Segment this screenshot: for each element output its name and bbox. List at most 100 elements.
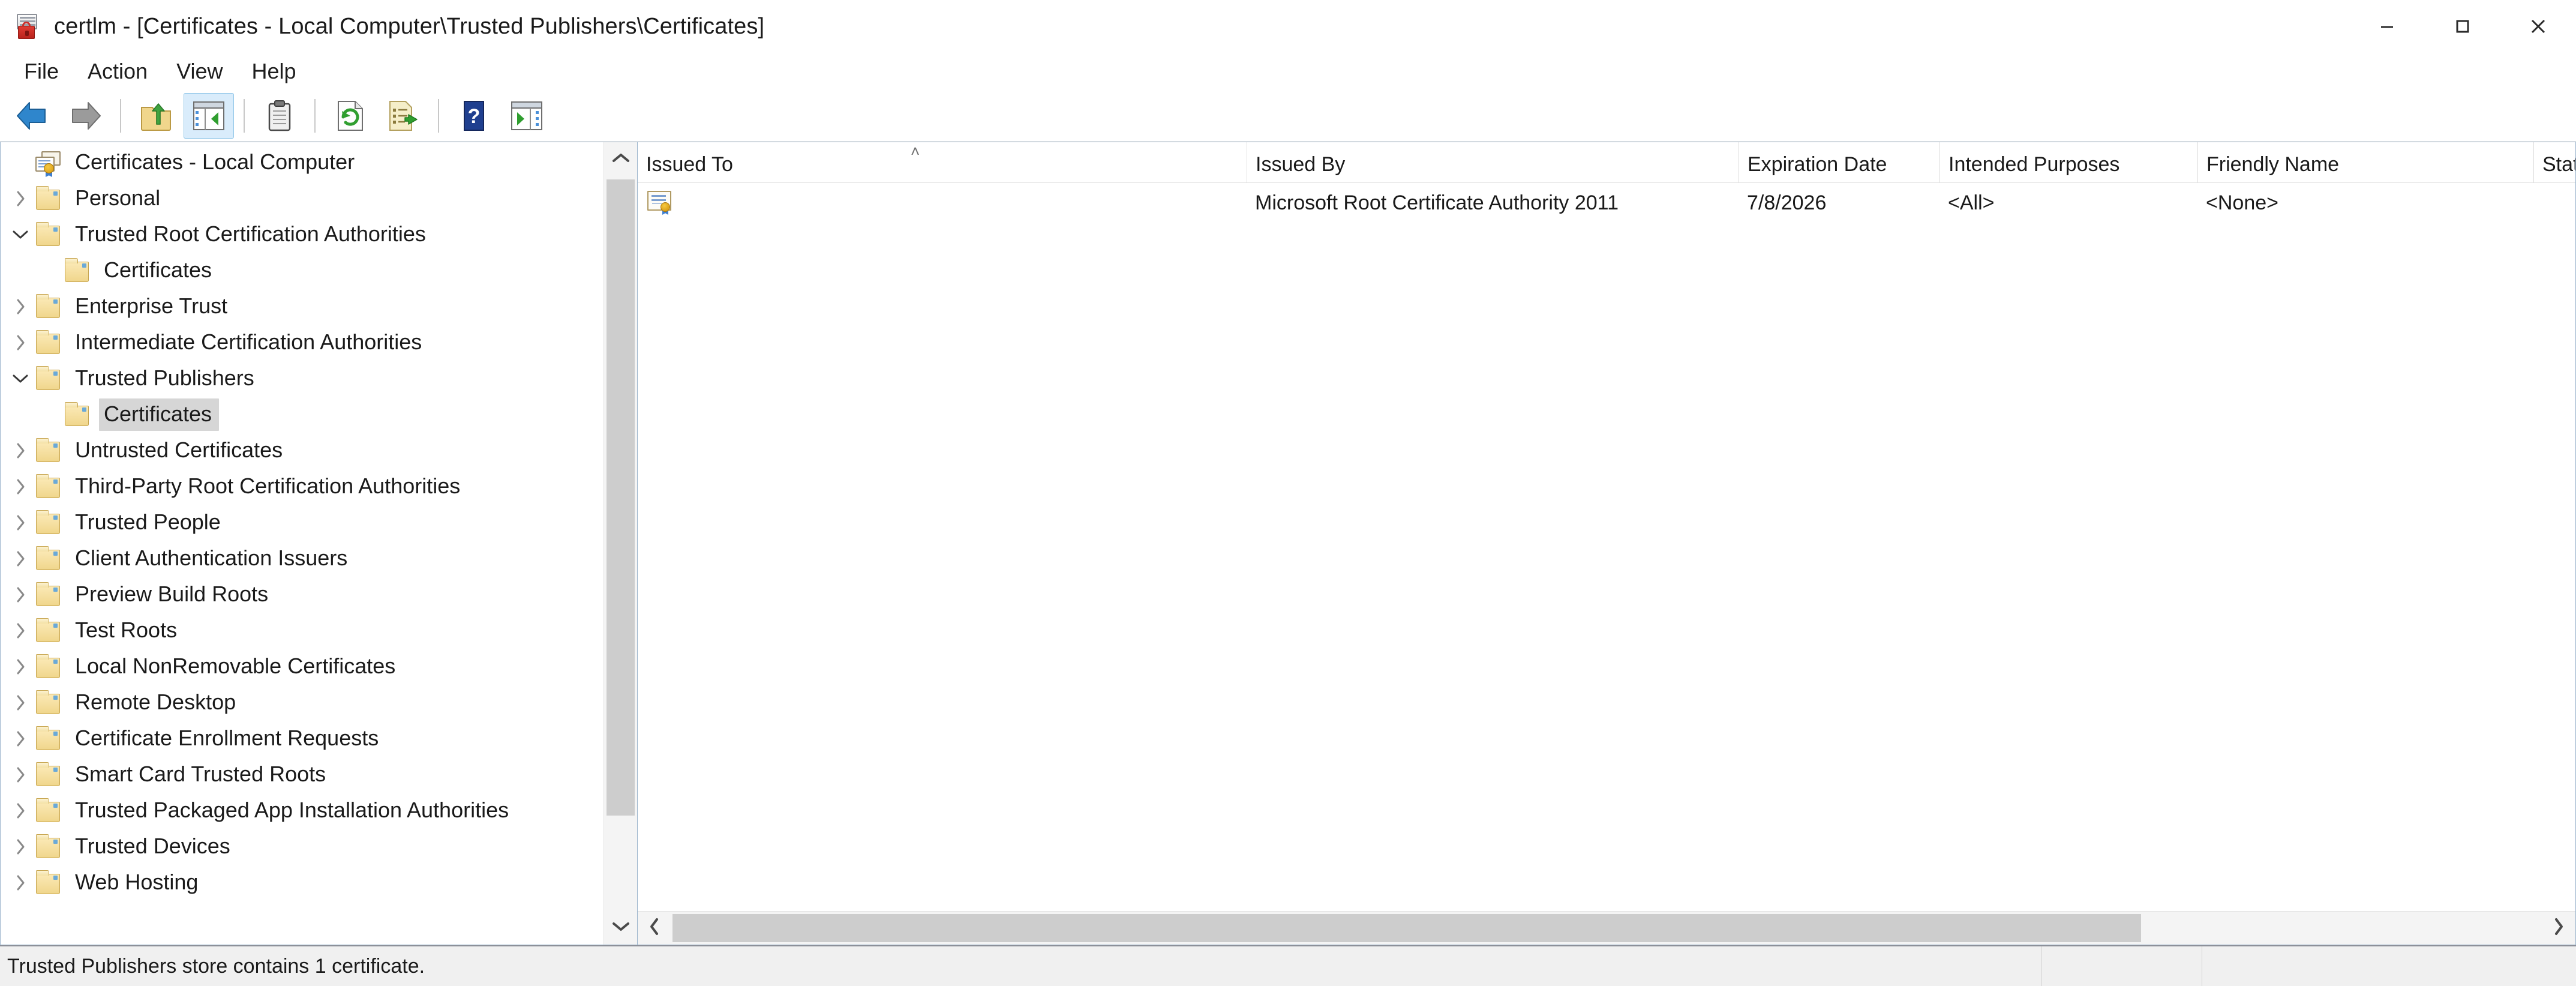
- column-header-status[interactable]: Status: [2533, 142, 2575, 182]
- tree-node-label-box: Local NonRemovable Certificates: [70, 651, 403, 683]
- chevron-right-icon[interactable]: [7, 189, 34, 208]
- title-bar: certlm - [Certificates - Local Computer\…: [0, 0, 2576, 53]
- menu-item-action[interactable]: Action: [73, 55, 162, 88]
- tree-node-preview-build-roots[interactable]: Preview Build Roots: [1, 577, 604, 613]
- tree-node-trusted-devices[interactable]: Trusted Devices: [1, 829, 604, 865]
- scroll-track-horizontal[interactable]: [671, 912, 2542, 945]
- tree-node-trusted-publishers[interactable]: Trusted Publishers: [1, 361, 604, 397]
- refresh-button[interactable]: [325, 93, 376, 139]
- back-button[interactable]: [7, 93, 58, 139]
- column-header-expiration-date[interactable]: Expiration Date: [1739, 142, 1939, 182]
- folder-icon: [34, 294, 63, 319]
- menu-item-file[interactable]: File: [10, 55, 73, 88]
- tree-node-label: Certificates: [104, 401, 212, 426]
- help-button[interactable]: ?: [449, 93, 499, 139]
- tree-node-certificates[interactable]: Certificates: [1, 253, 604, 289]
- maximize-icon[interactable]: [2425, 0, 2500, 53]
- minimize-icon[interactable]: [2349, 0, 2425, 53]
- column-header-friendly-name[interactable]: Friendly Name: [2197, 142, 2533, 182]
- chevron-right-icon[interactable]: [7, 333, 34, 352]
- cell-text: 7/8/2026: [1747, 191, 1827, 214]
- tree-node-third-party-root-certification-authorities[interactable]: Third-Party Root Certification Authoriti…: [1, 469, 604, 505]
- forward-button[interactable]: [60, 93, 110, 139]
- scroll-right-button[interactable]: [2542, 912, 2575, 945]
- chevron-right-icon[interactable]: [7, 837, 34, 856]
- tree-node-local-nonremovable-certificates[interactable]: Local NonRemovable Certificates: [1, 649, 604, 685]
- chevron-right-icon[interactable]: [7, 765, 34, 784]
- chevron-right-icon[interactable]: [7, 693, 34, 712]
- properties-button[interactable]: [254, 93, 305, 139]
- chevron-right-icon[interactable]: [7, 657, 34, 676]
- toolbar-separator-1: [120, 98, 121, 133]
- scroll-thumb[interactable]: [607, 179, 635, 816]
- scroll-down-button[interactable]: [604, 911, 637, 945]
- folder-icon: [34, 546, 63, 571]
- tree-node-web-hosting[interactable]: Web Hosting: [1, 865, 604, 901]
- tree-node-test-roots[interactable]: Test Roots: [1, 613, 604, 649]
- scroll-track[interactable]: [604, 176, 637, 911]
- toolbar-separator-2: [244, 98, 245, 133]
- cell-expiration-date: 7/8/2026: [1739, 191, 1939, 215]
- help-question-icon: ?: [462, 99, 486, 133]
- certificate-list-pane: Issued To ˄ Issued By Expiration Date Intend…: [637, 142, 2576, 945]
- scroll-up-button[interactable]: [604, 142, 637, 176]
- menu-item-help[interactable]: Help: [237, 55, 310, 88]
- tree-node-root[interactable]: Certificates - Local Computer: [1, 145, 604, 181]
- table-row[interactable]: Microsoft Root Certificate Authority 201…: [638, 183, 2575, 223]
- chevron-down-icon[interactable]: [7, 228, 34, 241]
- tree-node-label: Trusted Devices: [75, 834, 230, 858]
- tree-node-trusted-packaged-app-installation-authorities[interactable]: Trusted Packaged App Installation Author…: [1, 793, 604, 829]
- chevron-down-icon[interactable]: [7, 372, 34, 385]
- tree-node-enterprise-trust[interactable]: Enterprise Trust: [1, 289, 604, 325]
- tree-node-label: Untrusted Certificates: [75, 437, 283, 462]
- sort-ascending-icon: ˄: [911, 142, 920, 160]
- tree-node-label: Smart Card Trusted Roots: [75, 762, 326, 786]
- column-header-label: Intended Purposes: [1948, 153, 2120, 176]
- folder-icon: [34, 834, 63, 859]
- column-header-issued-by[interactable]: Issued By: [1247, 142, 1739, 182]
- close-icon[interactable]: [2500, 0, 2576, 53]
- column-header-intended-purposes[interactable]: Intended Purposes: [1939, 142, 2197, 182]
- scroll-left-button[interactable]: [638, 912, 671, 945]
- tree-node-intermediate-certification-authorities[interactable]: Intermediate Certification Authorities: [1, 325, 604, 361]
- chevron-right-icon[interactable]: [7, 549, 34, 568]
- tree-node-label-box: Untrusted Certificates: [70, 434, 290, 467]
- tree-node-untrusted-certificates[interactable]: Untrusted Certificates: [1, 433, 604, 469]
- tree-node-label: Preview Build Roots: [75, 582, 269, 606]
- folder-icon: [34, 618, 63, 643]
- show-hide-action-pane-button[interactable]: [502, 93, 552, 139]
- up-one-level-button[interactable]: [131, 93, 181, 139]
- chevron-right-icon[interactable]: [7, 801, 34, 820]
- tree-node-trusted-people[interactable]: Trusted People: [1, 505, 604, 541]
- chevron-right-icon[interactable]: [7, 729, 34, 748]
- scroll-thumb-horizontal[interactable]: [672, 914, 2141, 942]
- console-tree-pane: Certificates - Local Computer Personal Tr…: [0, 142, 637, 945]
- folder-icon: [34, 186, 63, 211]
- tree-vertical-scrollbar[interactable]: [604, 142, 637, 945]
- tree-node-certificate-enrollment-requests[interactable]: Certificate Enrollment Requests: [1, 721, 604, 757]
- tree-node-client-authentication-issuers[interactable]: Client Authentication Issuers: [1, 541, 604, 577]
- tree-node-smart-card-trusted-roots[interactable]: Smart Card Trusted Roots: [1, 757, 604, 793]
- chevron-right-icon[interactable]: [7, 873, 34, 892]
- tree-node-label: Test Roots: [75, 618, 178, 642]
- status-bar: Trusted Publishers store contains 1 cert…: [0, 945, 2576, 986]
- list-horizontal-scrollbar[interactable]: [638, 911, 2575, 945]
- chevron-right-icon[interactable]: [7, 513, 34, 532]
- chevron-right-icon[interactable]: [7, 477, 34, 496]
- chevron-right-icon[interactable]: [7, 297, 34, 316]
- export-list-button[interactable]: [378, 93, 428, 139]
- show-hide-console-tree-button[interactable]: [184, 92, 234, 139]
- chevron-right-icon[interactable]: [7, 441, 34, 460]
- tree-node-label-box: Certificate Enrollment Requests: [70, 723, 386, 755]
- tree-node-remote-desktop[interactable]: Remote Desktop: [1, 685, 604, 721]
- tree-node-trusted-root-certification-authorities[interactable]: Trusted Root Certification Authorities: [1, 217, 604, 253]
- chevron-right-icon[interactable]: [7, 621, 34, 640]
- column-header-issued-to[interactable]: Issued To ˄: [638, 142, 1247, 182]
- folder-icon: [34, 798, 63, 823]
- folder-icon: [34, 510, 63, 535]
- tree-node-certificates[interactable]: Certificates: [1, 397, 604, 433]
- menu-item-view[interactable]: View: [162, 55, 237, 88]
- tree-node-label: Personal: [75, 185, 161, 210]
- chevron-right-icon[interactable]: [7, 585, 34, 604]
- tree-node-personal[interactable]: Personal: [1, 181, 604, 217]
